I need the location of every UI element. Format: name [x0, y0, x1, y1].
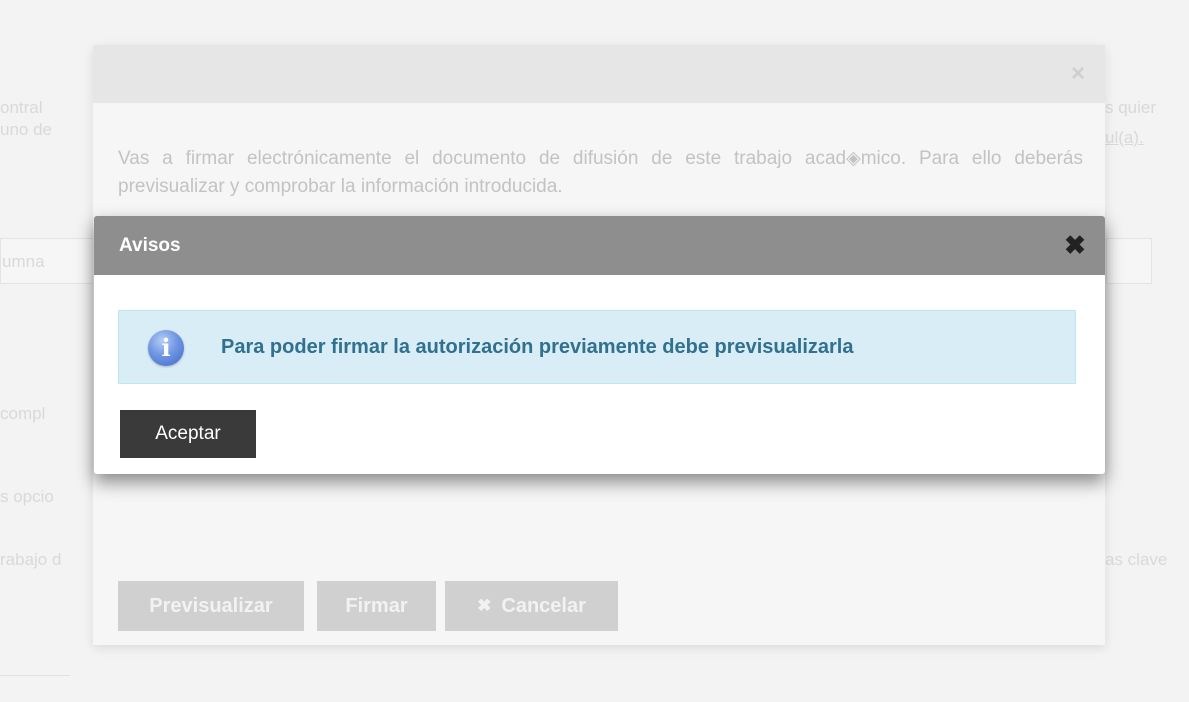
bg-text-1: ontral: [0, 98, 43, 117]
close-icon: ✖: [477, 596, 492, 615]
info-alert: i Para poder firmar la autorización prev…: [118, 310, 1076, 384]
sign-button[interactable]: Firmar: [317, 581, 436, 631]
info-icon: i: [148, 330, 184, 366]
bg-field-right: [1106, 238, 1152, 284]
cancel-button-label: Cancelar: [501, 594, 586, 617]
bg-text-8: rabajo d: [0, 550, 62, 569]
accept-button[interactable]: Aceptar: [120, 410, 256, 458]
alert-modal: Avisos ✖ i Para poder firmar la autoriza…: [94, 216, 1105, 474]
bg-text-3: s quier: [1105, 98, 1157, 117]
sign-button-label: Firmar: [345, 594, 408, 617]
bg-text-5: umna: [2, 252, 45, 271]
bg-text-9: as clave: [1105, 550, 1168, 569]
cancel-button[interactable]: ✖ Cancelar: [445, 581, 618, 631]
signature-dialog-header: ×: [93, 45, 1105, 103]
preview-button[interactable]: Previsualizar: [118, 581, 304, 631]
close-icon[interactable]: ✖: [1061, 231, 1089, 259]
info-icon-glyph: i: [161, 333, 171, 362]
alert-message: Para poder firmar la autorización previa…: [221, 336, 854, 358]
preview-button-label: Previsualizar: [149, 594, 273, 617]
bg-text-7: s opcio: [0, 487, 54, 506]
bg-text-2: uno de: [0, 120, 52, 139]
bg-divider: [0, 675, 70, 676]
signature-dialog-text: Vas a firmar electrónicamente el documen…: [118, 148, 1083, 197]
bg-text-4: ul(a).: [1105, 128, 1144, 147]
modal-title: Avisos: [119, 235, 181, 256]
close-icon[interactable]: ×: [1071, 59, 1085, 89]
bg-text-6: compl: [0, 404, 46, 423]
alert-modal-header: Avisos ✖: [94, 216, 1105, 275]
